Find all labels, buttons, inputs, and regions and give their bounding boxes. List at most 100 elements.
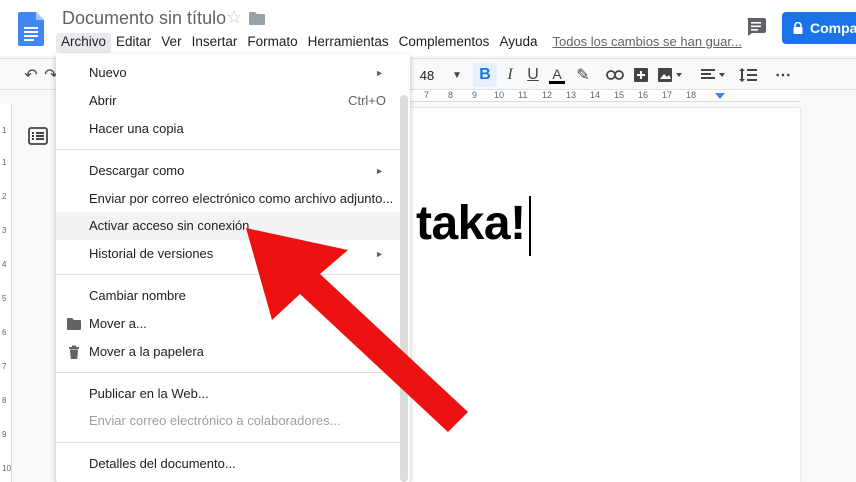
- more-options-icon[interactable]: ⋯: [772, 63, 794, 87]
- undo-icon[interactable]: ↶: [20, 63, 42, 87]
- saved-status-link[interactable]: Todos los cambios se han guar...: [552, 33, 741, 53]
- vruler-mark: 5: [2, 294, 7, 303]
- ruler-mark: 8: [448, 90, 454, 100]
- document-page[interactable]: [407, 108, 800, 482]
- insert-image-icon[interactable]: [655, 63, 685, 87]
- highlight-icon[interactable]: ✎: [572, 63, 594, 87]
- app-header: Documento sin título ☆ Archivo Editar Ve…: [0, 0, 856, 56]
- vruler-mark: 3: [2, 226, 7, 235]
- link-icon[interactable]: [604, 63, 626, 87]
- share-button[interactable]: Compartir: [782, 12, 856, 44]
- vruler-mark: 8: [2, 396, 7, 405]
- menu-archivo[interactable]: Archivo: [56, 33, 112, 53]
- align-icon[interactable]: [698, 63, 728, 87]
- menu-ver[interactable]: Ver: [156, 33, 186, 53]
- font-size-field[interactable]: 48: [412, 63, 442, 87]
- vruler-mark: 10: [2, 464, 11, 473]
- submenu-arrow-icon: ►: [375, 249, 384, 259]
- menu-item-label: Mover a la papelera: [89, 344, 204, 359]
- menu-item-label: Historial de versiones: [89, 246, 214, 261]
- folder-icon[interactable]: [249, 12, 265, 25]
- menu-scrollbar[interactable]: [400, 95, 408, 482]
- ruler-mark: 9: [472, 90, 478, 100]
- insert-comment-icon[interactable]: [630, 63, 652, 87]
- menu-item-label: Enviar por correo electrónico como archi…: [89, 191, 394, 206]
- menu-separator: [56, 372, 400, 373]
- vruler-mark: 1: [2, 158, 7, 167]
- document-body-text[interactable]: taka!: [416, 196, 526, 251]
- text-color-icon[interactable]: A: [546, 63, 568, 87]
- vruler-mark: 7: [2, 362, 7, 371]
- folder-icon: [67, 318, 81, 330]
- trash-icon: [69, 345, 79, 359]
- menu-item-hacer-copia[interactable]: Hacer una copia: [56, 115, 400, 143]
- submenu-arrow-icon: ►: [375, 166, 384, 176]
- vruler-mark: 6: [2, 328, 7, 337]
- menu-item-detalles[interactable]: Detalles del documento...: [56, 450, 400, 478]
- menu-item-label: Nuevo: [89, 65, 127, 80]
- menu-separator: [56, 442, 400, 443]
- menu-complementos[interactable]: Complementos: [394, 33, 495, 53]
- menu-insertar[interactable]: Insertar: [187, 33, 243, 53]
- docs-logo-icon[interactable]: [18, 12, 44, 46]
- submenu-arrow-icon: ►: [375, 68, 384, 78]
- menu-item-papelera[interactable]: Mover a la papelera: [56, 338, 400, 366]
- vruler-mark: 2: [2, 192, 7, 201]
- ruler-mark: 11: [518, 90, 528, 100]
- menu-ayuda[interactable]: Ayuda: [494, 33, 542, 53]
- ruler-mark: 12: [542, 90, 553, 100]
- underline-icon[interactable]: U: [522, 63, 544, 87]
- menu-item-label: Enviar correo electrónico a colaboradore…: [89, 413, 341, 428]
- vruler-mark: 1: [2, 126, 7, 135]
- menu-item-nuevo[interactable]: Nuevo ►: [56, 59, 400, 87]
- ruler-mark: 17: [662, 90, 673, 100]
- vruler-mark: 4: [2, 260, 7, 269]
- menu-separator: [56, 274, 400, 275]
- menu-item-label: Detalles del documento...: [89, 456, 236, 471]
- ruler-mark: 10: [494, 90, 505, 100]
- menu-item-cambiar-nombre[interactable]: Cambiar nombre: [56, 282, 400, 310]
- menu-item-label: Mover a...: [89, 316, 147, 331]
- star-icon[interactable]: ☆: [226, 7, 242, 28]
- menu-item-enviar-adjunto[interactable]: Enviar por correo electrónico como archi…: [56, 185, 400, 213]
- document-title[interactable]: Documento sin título: [62, 8, 226, 29]
- comment-icon[interactable]: [746, 18, 766, 36]
- right-indent-marker[interactable]: [715, 93, 725, 99]
- menu-item-historial[interactable]: Historial de versiones ►: [56, 240, 400, 268]
- share-button-label: Compartir: [810, 20, 856, 36]
- menu-editar[interactable]: Editar: [111, 33, 156, 53]
- menu-item-label: Hacer una copia: [89, 121, 184, 136]
- menu-item-abrir[interactable]: Abrir Ctrl+O: [56, 87, 400, 115]
- menu-item-acceso-sin-conexion[interactable]: Activar acceso sin conexión: [56, 212, 400, 240]
- menu-item-publicar[interactable]: Publicar en la Web...: [56, 380, 400, 408]
- menu-separator: [56, 149, 400, 150]
- menu-item-label: Activar acceso sin conexión: [89, 218, 250, 233]
- menu-item-descargar[interactable]: Descargar como ►: [56, 157, 400, 185]
- menu-formato[interactable]: Formato: [242, 33, 302, 53]
- vruler-mark: 9: [2, 430, 7, 439]
- shortcut-label: Ctrl+O: [348, 93, 386, 108]
- font-size-dropdown-icon[interactable]: ▼: [450, 63, 464, 87]
- ruler-mark: 18: [686, 90, 697, 100]
- menu-herramientas[interactable]: Herramientas: [303, 33, 394, 53]
- ruler-mark: 15: [614, 90, 625, 100]
- ruler-mark: 13: [566, 90, 577, 100]
- file-menu: Nuevo ► Abrir Ctrl+O Hacer una copia Des…: [56, 54, 410, 482]
- menu-item-enviar-colaboradores: Enviar correo electrónico a colaboradore…: [56, 407, 400, 435]
- menu-item-mover-a[interactable]: Mover a...: [56, 310, 400, 338]
- ruler-mark: 16: [638, 90, 649, 100]
- bold-icon[interactable]: B: [473, 63, 497, 87]
- ruler-mark: 14: [590, 90, 601, 100]
- menu-item-label: Abrir: [89, 93, 117, 108]
- line-spacing-icon[interactable]: [737, 63, 759, 87]
- menubar: Archivo Editar Ver Insertar Formato Herr…: [56, 33, 742, 53]
- italic-icon[interactable]: I: [499, 63, 521, 87]
- ruler-mark: 7: [424, 90, 430, 100]
- menu-item-label: Descargar como: [89, 163, 185, 178]
- vertical-ruler: 1 1 2 3 4 5 6 7 8 9 10: [0, 104, 12, 482]
- text-cursor: [529, 196, 531, 256]
- document-outline-icon[interactable]: [26, 124, 50, 148]
- menu-item-label: Cambiar nombre: [89, 288, 186, 303]
- lock-icon: [793, 22, 803, 34]
- menu-item-label: Publicar en la Web...: [89, 386, 209, 401]
